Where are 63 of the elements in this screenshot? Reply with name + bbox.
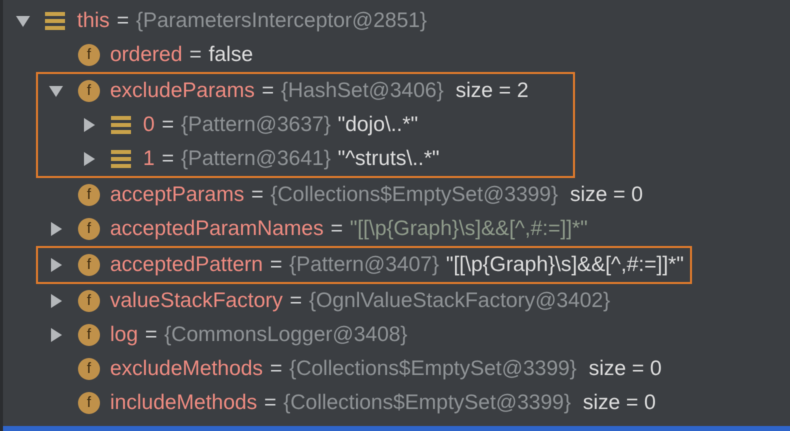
type-label: {CommonsLogger@3408} bbox=[164, 322, 408, 348]
type-label: {OgnlValueStackFactory@3402} bbox=[309, 288, 610, 314]
size-label: size = 0 bbox=[588, 356, 662, 382]
field-icon: f bbox=[78, 290, 100, 312]
field-icon: f bbox=[78, 392, 100, 414]
size-label: size = 0 bbox=[582, 390, 656, 416]
size-label: size = 0 bbox=[570, 182, 643, 208]
collapsed-arrow-icon[interactable] bbox=[48, 293, 64, 309]
size-label: size = 2 bbox=[456, 78, 529, 104]
collapsed-arrow-icon[interactable] bbox=[48, 221, 64, 237]
variable-name: acceptedParamNames bbox=[110, 216, 324, 242]
equals-sign: = bbox=[145, 322, 158, 348]
type-label: {ParametersInterceptor@2851} bbox=[136, 8, 427, 34]
field-icon: f bbox=[78, 324, 100, 346]
variable-name: acceptedPattern bbox=[110, 252, 263, 278]
type-label: {Collections$EmptySet@3399} bbox=[283, 390, 571, 416]
value-text: "[[\p{Graph}\s]&&[^,#:=]]*" bbox=[350, 216, 588, 242]
variable-name: log bbox=[110, 322, 138, 348]
value-text: "^struts\..*" bbox=[338, 146, 440, 172]
object-icon bbox=[111, 149, 131, 169]
value-text: false bbox=[208, 42, 254, 68]
variable-name: valueStackFactory bbox=[110, 288, 283, 314]
equals-sign: = bbox=[189, 42, 202, 68]
field-icon: f bbox=[78, 358, 100, 380]
type-label: {HashSet@3406} bbox=[281, 78, 444, 104]
equals-sign: = bbox=[270, 252, 282, 278]
expanded-arrow-icon[interactable] bbox=[48, 83, 64, 99]
type-label: {Pattern@3641} bbox=[180, 146, 331, 172]
variable-name: excludeParams bbox=[110, 78, 255, 104]
value-text: "[[\p{Graph}\s]&&[^,#:=]]*" bbox=[446, 252, 684, 278]
equals-sign: = bbox=[116, 8, 129, 34]
value-text: "dojo\..*" bbox=[338, 112, 418, 138]
type-label: {Pattern@3637} bbox=[180, 112, 331, 138]
variable-name: ordered bbox=[110, 42, 182, 68]
equals-sign: = bbox=[330, 216, 343, 242]
object-icon bbox=[111, 115, 131, 135]
type-label: {Collections$EmptySet@3399} bbox=[270, 182, 558, 208]
field-icon: f bbox=[78, 254, 100, 276]
expanded-arrow-icon[interactable] bbox=[15, 13, 31, 29]
equals-sign: = bbox=[264, 390, 276, 416]
variable-name: 1 bbox=[143, 146, 155, 172]
equals-sign: = bbox=[251, 182, 264, 208]
equals-sign: = bbox=[162, 146, 174, 172]
field-icon: f bbox=[78, 218, 100, 240]
variable-name: 0 bbox=[143, 112, 155, 138]
type-label: {Pattern@3407} bbox=[289, 252, 439, 278]
equals-sign: = bbox=[270, 356, 282, 382]
variable-name: acceptParams bbox=[110, 182, 244, 208]
equals-sign: = bbox=[262, 78, 274, 104]
variable-name: includeMethods bbox=[110, 390, 258, 416]
field-icon: f bbox=[78, 184, 100, 206]
variable-name: this bbox=[77, 8, 110, 34]
object-icon bbox=[45, 11, 65, 31]
field-icon: f bbox=[78, 44, 100, 66]
collapsed-arrow-icon[interactable] bbox=[48, 257, 64, 273]
collapsed-arrow-icon[interactable] bbox=[81, 151, 97, 167]
equals-sign: = bbox=[162, 112, 174, 138]
collapsed-arrow-icon[interactable] bbox=[48, 327, 64, 343]
collapsed-arrow-icon[interactable] bbox=[81, 117, 97, 133]
equals-sign: = bbox=[290, 288, 302, 314]
field-icon: f bbox=[78, 80, 100, 102]
variable-name: excludeMethods bbox=[110, 356, 263, 382]
type-label: {Collections$EmptySet@3399} bbox=[289, 356, 577, 382]
